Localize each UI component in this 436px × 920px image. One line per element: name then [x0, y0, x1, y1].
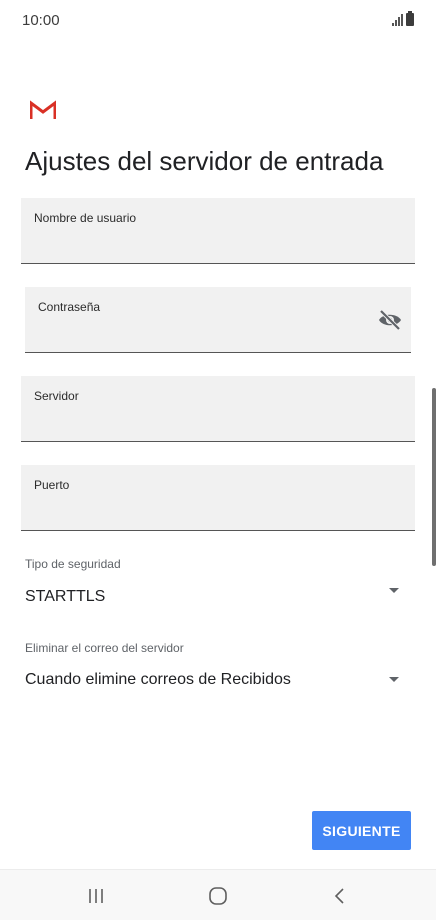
navigation-bar [0, 869, 436, 920]
password-field[interactable]: Contraseña [25, 287, 411, 353]
username-input[interactable] [34, 232, 375, 254]
password-input[interactable] [38, 321, 371, 343]
delete-from-server-value: Cuando elimine correos de Recibidos [25, 671, 291, 688]
username-field[interactable]: Nombre de usuario [21, 198, 415, 264]
password-label: Contraseña [38, 300, 101, 314]
port-input[interactable] [34, 499, 375, 521]
port-field[interactable]: Puerto [21, 465, 415, 531]
back-button[interactable] [300, 870, 380, 920]
gmail-logo [30, 100, 56, 119]
recents-button[interactable] [56, 870, 136, 920]
status-icons [392, 11, 414, 26]
security-type-value: STARTTLS [25, 588, 106, 605]
home-icon [209, 886, 227, 905]
server-input[interactable] [34, 410, 375, 432]
server-field[interactable]: Servidor [21, 376, 415, 442]
security-type-label: Tipo de seguridad [25, 557, 121, 571]
signal-bars-icon [392, 14, 403, 26]
home-button[interactable] [178, 870, 258, 920]
security-type-dropdown[interactable]: Tipo de seguridad STARTTLS [0, 552, 436, 612]
recents-icon [89, 888, 103, 903]
chevron-down-icon [389, 588, 399, 593]
delete-from-server-label: Eliminar el correo del servidor [25, 641, 184, 655]
chevron-down-icon [389, 677, 399, 682]
next-button[interactable]: SIGUIENTE [312, 811, 411, 850]
status-bar: 10:00 [0, 0, 436, 40]
scrollbar[interactable] [432, 388, 436, 566]
status-time: 10:00 [22, 12, 60, 29]
username-label: Nombre de usuario [34, 211, 137, 225]
port-label: Puerto [34, 478, 70, 492]
server-label: Servidor [34, 389, 79, 403]
eye-off-icon[interactable] [377, 309, 403, 331]
delete-from-server-dropdown[interactable]: Eliminar el correo del servidor Cuando e… [0, 636, 436, 696]
back-icon [334, 887, 344, 904]
page-title: Ajustes del servidor de entrada [25, 146, 384, 176]
battery-icon [406, 11, 414, 26]
